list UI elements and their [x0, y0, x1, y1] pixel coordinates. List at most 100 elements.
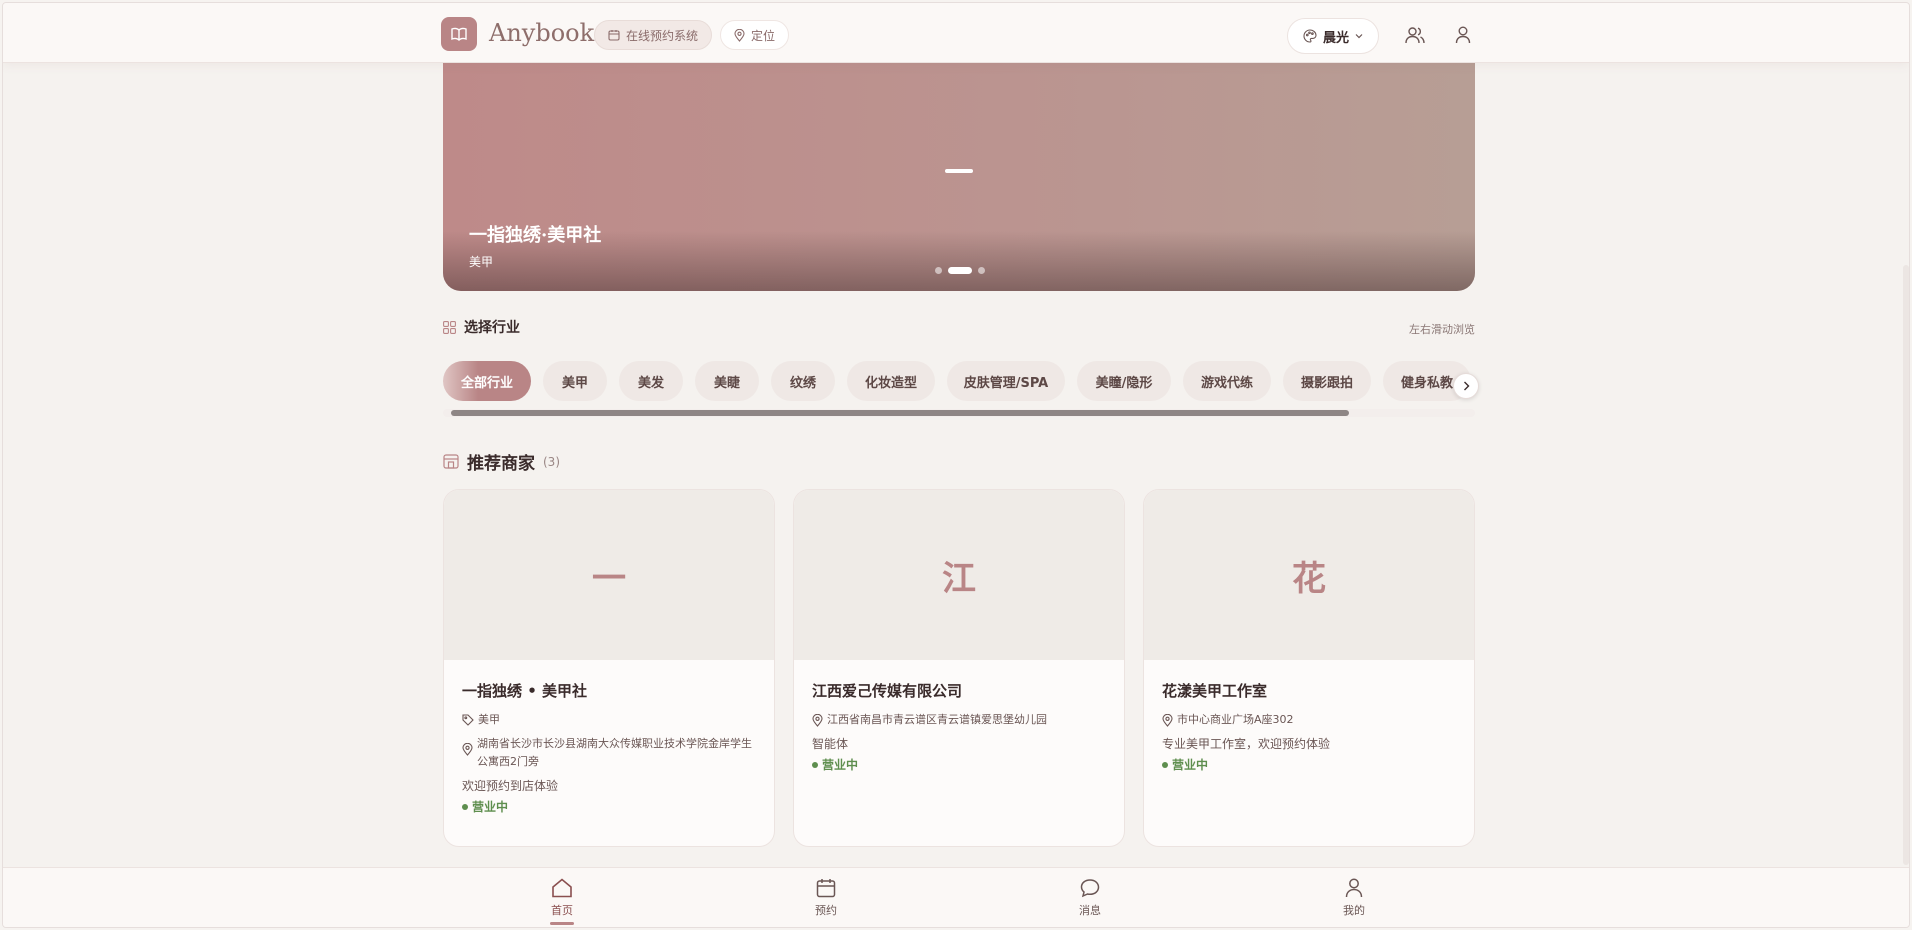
- merchant-address: 市中心商业广场A座302: [1177, 713, 1294, 726]
- merchant-open-status: 营业中: [462, 798, 760, 815]
- brand-name[interactable]: Anybook: [489, 19, 594, 47]
- industry-section-header: 选择行业: [443, 317, 1475, 337]
- nav-label-me: 我的: [1343, 904, 1365, 917]
- industry-pill-list: 全部行业 美甲 美发 美睫 纹绣 化妆造型 皮肤管理/SPA 美瞳/隐形 游戏代…: [443, 361, 1475, 401]
- online-booking-system-chip[interactable]: 在线预约系统: [594, 20, 713, 50]
- merchant-card[interactable]: 江 江西爱己传媒有限公司 江西省南昌市青云谱区青云谱镇爱思堡幼儿园 智能体 营业…: [793, 489, 1125, 847]
- nav-label-booking: 预约: [815, 904, 837, 917]
- industry-pill-skincare-spa[interactable]: 皮肤管理/SPA: [947, 361, 1065, 401]
- merchants-section-title: 推荐商家: [467, 454, 535, 474]
- theme-label: 晨光: [1322, 30, 1349, 46]
- nav-label-messages: 消息: [1079, 904, 1101, 917]
- location-pin-icon: [812, 714, 823, 727]
- banner-carousel[interactable]: 一指独绣·美甲社 美甲: [443, 61, 1475, 291]
- location-pin-icon: [462, 743, 473, 756]
- merchant-status-label: 营业中: [822, 758, 859, 772]
- merchant-address: 湖南省长沙市长沙县湖南大众传媒职业技术学院金岸学生公寓西2门旁: [477, 737, 752, 768]
- merchant-initial-thumbnail: 江: [794, 490, 1124, 660]
- merchant-tag-row: 美甲: [462, 711, 760, 729]
- merchant-address-row: 江西省南昌市青云谱区青云谱镇爱思堡幼儿园: [812, 711, 1110, 729]
- scroll-hint: 左右滑动浏览: [1409, 323, 1475, 336]
- merchant-name: 江西爱己传媒有限公司: [812, 682, 963, 700]
- industry-pill-all[interactable]: 全部行业: [443, 361, 531, 401]
- merchant-address: 江西省南昌市青云谱区青云谱镇爱思堡幼儿园: [827, 713, 1047, 726]
- industry-pill-lash[interactable]: 美睫: [695, 361, 759, 401]
- user-icon: [1345, 878, 1363, 898]
- nav-item-me[interactable]: 我的: [1324, 878, 1384, 918]
- nav-item-booking[interactable]: 预约: [796, 878, 856, 918]
- industry-section: 选择行业 左右滑动浏览 全部行业 美甲 美发 美睫 纹绣 化妆造型 皮肤管理/S…: [443, 317, 1479, 417]
- merchants-count: (3): [543, 454, 560, 469]
- merchant-open-status: 营业中: [1162, 756, 1460, 773]
- merchant-description: 智能体: [812, 737, 849, 751]
- industry-pill-makeup[interactable]: 化妆造型: [847, 361, 935, 401]
- logo-book-icon[interactable]: [441, 17, 477, 51]
- merchant-card[interactable]: 花 花漾美甲工作室 市中心商业广场A座302 专业美甲工作室，欢迎预约体验 营业…: [1143, 489, 1475, 847]
- industry-pill-embroidery[interactable]: 纹绣: [771, 361, 835, 401]
- chevron-down-icon: [1355, 34, 1363, 39]
- industry-pill-contacts[interactable]: 美瞳/隐形: [1077, 361, 1171, 401]
- store-icon: [443, 454, 459, 469]
- home-icon: [552, 878, 572, 898]
- merchant-initial-thumbnail: 一: [444, 490, 774, 660]
- palette-icon: [1303, 29, 1317, 43]
- nav-item-messages[interactable]: 消息: [1060, 878, 1120, 918]
- merchant-tag: 美甲: [478, 713, 500, 726]
- industry-pill-game-boosting[interactable]: 游戏代练: [1183, 361, 1271, 401]
- top-header-inner: Anybook 在线预约系统 定位 晨光: [441, 3, 1473, 63]
- industry-scrollbar-thumb[interactable]: [451, 410, 1349, 416]
- merchant-open-status: 营业中: [812, 756, 1110, 773]
- industry-pill-photography[interactable]: 摄影跟拍: [1283, 361, 1371, 401]
- status-dot: [812, 761, 818, 768]
- calendar-icon: [816, 879, 836, 898]
- carousel-dot[interactable]: [978, 267, 985, 274]
- profile-icon[interactable]: [1451, 23, 1475, 47]
- app-frame: Anybook 在线预约系统 定位 晨光 一指独绣·美甲社 美甲 选择行业 左右…: [2, 2, 1910, 928]
- industry-pill-nail[interactable]: 美甲: [543, 361, 607, 401]
- merchant-name: 花漾美甲工作室: [1162, 682, 1268, 700]
- theme-selector[interactable]: 晨光: [1287, 18, 1379, 54]
- carousel-indicators: [935, 267, 985, 274]
- location-chip[interactable]: 定位: [720, 20, 790, 50]
- carousel-dot-active[interactable]: [948, 267, 972, 274]
- merchant-description: 专业美甲工作室，欢迎预约体验: [1162, 737, 1331, 751]
- page-scrollbar[interactable]: [1903, 265, 1909, 865]
- online-booking-system-label: 在线预约系统: [626, 28, 699, 43]
- nav-item-home[interactable]: 首页: [532, 878, 592, 925]
- merchant-address-row: 市中心商业广场A座302: [1162, 711, 1460, 729]
- industry-section-title: 选择行业: [464, 320, 520, 336]
- recommended-merchants-section: 推荐商家 (3) 一 一指独绣 • 美甲社 美甲 湖南省长沙市长沙县湖南大众传媒…: [443, 449, 1475, 847]
- merchant-description: 欢迎预约到店体验: [462, 779, 559, 793]
- industry-pill-hair[interactable]: 美发: [619, 361, 683, 401]
- message-icon: [1080, 879, 1100, 898]
- location-pin-icon: [734, 28, 745, 42]
- industry-scrollbar[interactable]: [443, 409, 1475, 417]
- merchant-status-label: 营业中: [472, 800, 509, 814]
- nav-label-home: 首页: [551, 904, 573, 917]
- calendar-icon: [608, 30, 620, 41]
- status-dot: [1162, 761, 1168, 768]
- merchant-name: 一指独绣 • 美甲社: [462, 682, 588, 700]
- merchant-card-body: 江西爱己传媒有限公司 江西省南昌市青云谱区青云谱镇爱思堡幼儿园 智能体 营业中: [812, 680, 1110, 773]
- grid-icon: [443, 320, 456, 334]
- merchant-card[interactable]: 一 一指独绣 • 美甲社 美甲 湖南省长沙市长沙县湖南大众传媒职业技术学院金岸学…: [443, 489, 775, 847]
- merchant-address-row: 湖南省长沙市长沙县湖南大众传媒职业技术学院金岸学生公寓西2门旁: [462, 735, 760, 771]
- merchant-card-body: 花漾美甲工作室 市中心商业广场A座302 专业美甲工作室，欢迎预约体验 营业中: [1162, 680, 1460, 773]
- tag-icon: [462, 714, 474, 726]
- banner-subtitle: 美甲: [469, 255, 494, 269]
- merchant-card-body: 一指独绣 • 美甲社 美甲 湖南省长沙市长沙县湖南大众传媒职业技术学院金岸学生公…: [462, 680, 760, 815]
- users-icon[interactable]: [1403, 23, 1427, 47]
- scroll-right-button[interactable]: [1453, 373, 1479, 399]
- top-header: Anybook 在线预约系统 定位 晨光: [3, 3, 1909, 63]
- bottom-navigation: 首页 预约 消息 我的: [3, 867, 1909, 927]
- status-dot: [462, 803, 468, 810]
- banner-title: 一指独绣·美甲社: [469, 225, 602, 246]
- banner-image-placeholder: [945, 169, 973, 173]
- location-pin-icon: [1162, 714, 1173, 727]
- carousel-dot[interactable]: [935, 267, 942, 274]
- location-label: 定位: [751, 28, 776, 43]
- chevron-right-icon: [1463, 381, 1469, 391]
- merchant-status-label: 营业中: [1172, 758, 1209, 772]
- active-tab-indicator: [550, 922, 574, 925]
- merchant-initial-thumbnail: 花: [1144, 490, 1474, 660]
